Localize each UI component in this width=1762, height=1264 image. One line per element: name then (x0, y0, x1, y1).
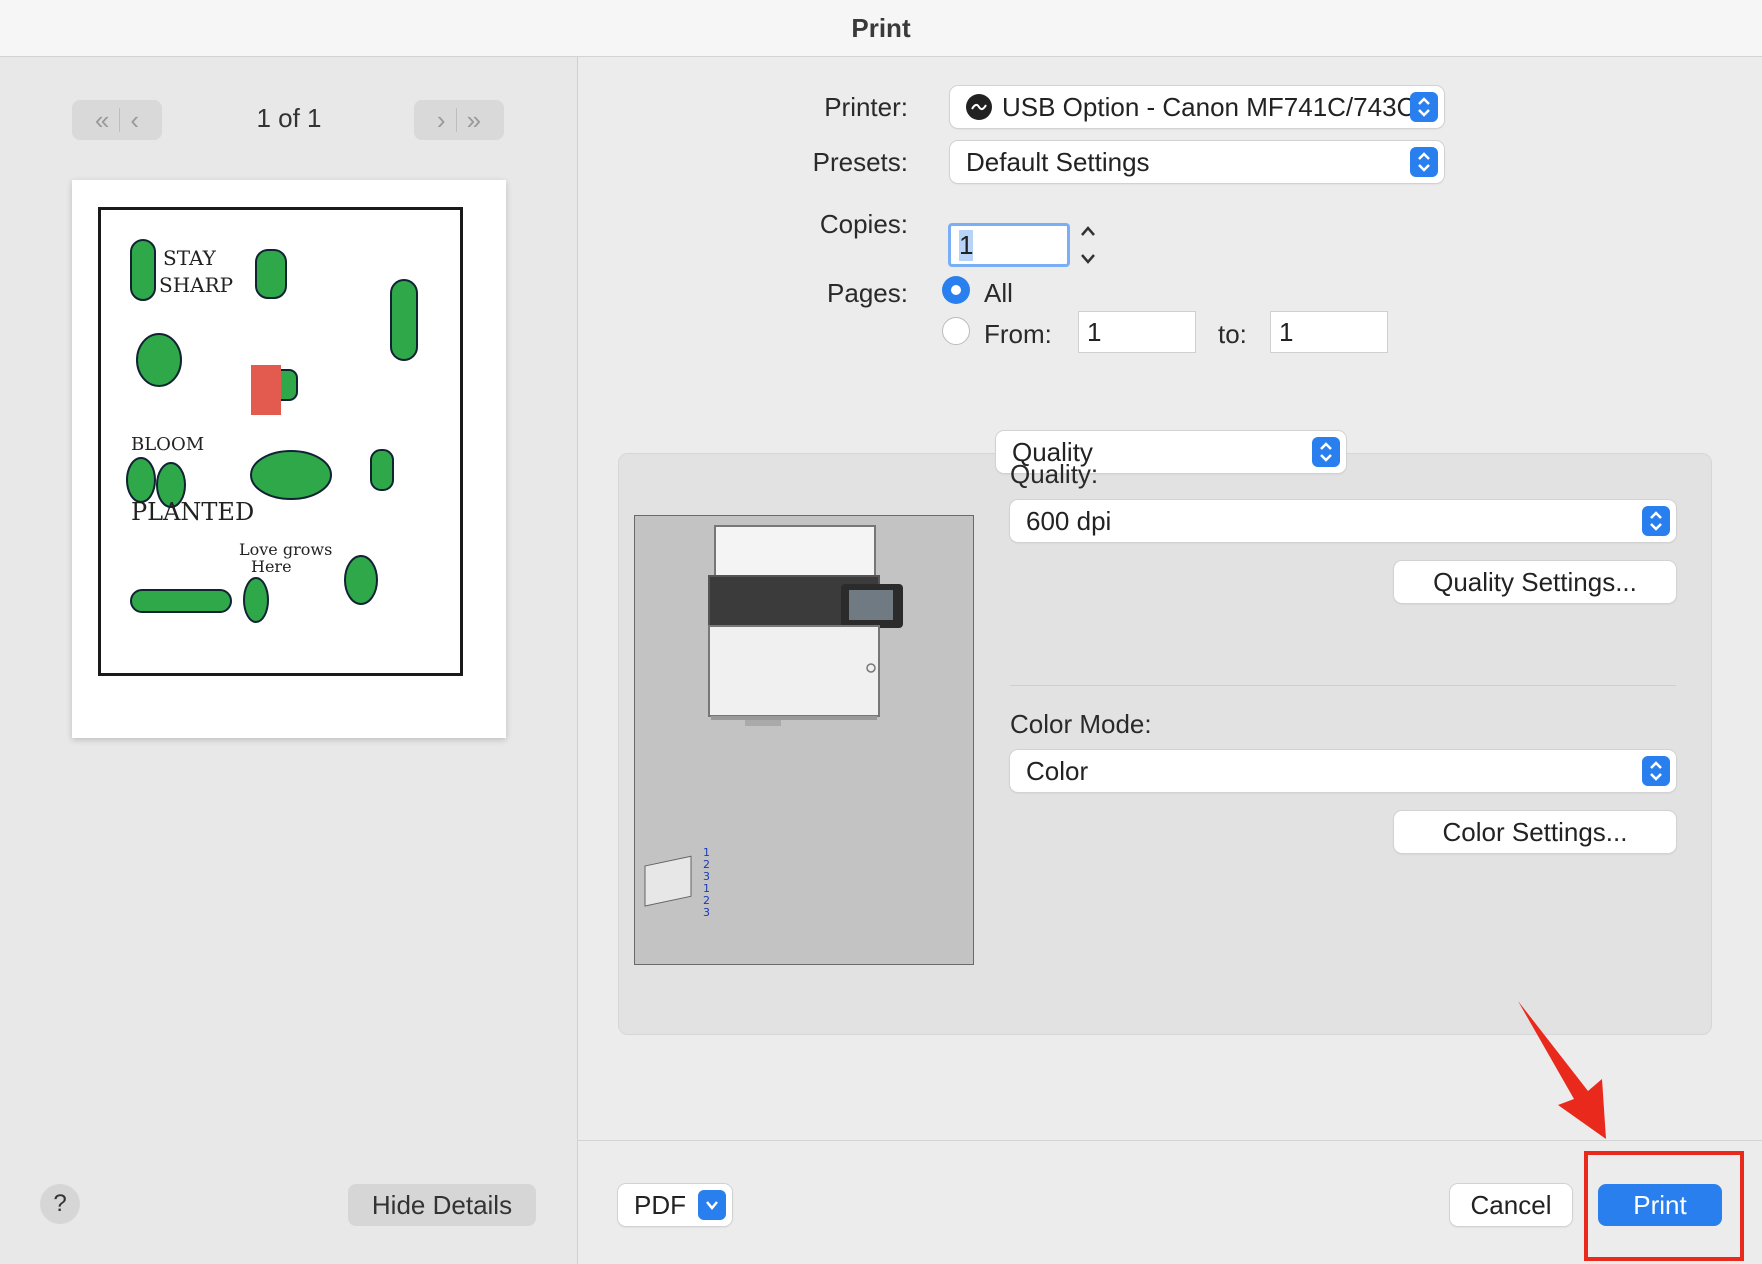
nav-separator (119, 108, 121, 132)
preview-pane: « ‹ 1 of 1 › » STAY SHARP PLANTED BLOOM … (0, 57, 578, 1264)
popup-chevron-icon (1642, 506, 1670, 536)
pages-to-value: 1 (1279, 316, 1294, 347)
cancel-button[interactable]: Cancel (1450, 1184, 1572, 1226)
copies-value: 1 (959, 229, 974, 261)
popup-chevron-icon (1410, 92, 1438, 122)
color-mode-select[interactable]: Color (1010, 750, 1676, 792)
section-divider (1010, 685, 1676, 686)
cactus-artwork-image: STAY SHARP PLANTED BLOOM Love grows Here (126, 239, 418, 623)
first-page-button[interactable]: « (95, 105, 109, 136)
quality-select[interactable]: 600 dpi (1010, 500, 1676, 542)
help-icon: ? (53, 1190, 67, 1217)
svg-text:SHARP: SHARP (159, 273, 233, 297)
pages-from-label: From: (984, 319, 1052, 349)
pdf-menu-button[interactable]: PDF (618, 1184, 732, 1226)
copies-label: Copies: (819, 209, 908, 239)
pages-from-input[interactable]: 1 (1078, 311, 1196, 353)
printer-image: 1 2 3 1 2 3 (634, 515, 974, 965)
copies-stepper[interactable] (1076, 225, 1100, 265)
popup-chevron-icon (1410, 147, 1438, 177)
printer-illustration-icon: 1 2 3 1 2 3 (644, 525, 903, 919)
red-arrow-annotation-icon (1518, 1001, 1606, 1139)
presets-select[interactable]: Default Settings (950, 141, 1444, 183)
printer-select[interactable]: USB Option - Canon MF741C/743C U... (950, 86, 1444, 128)
svg-text:3: 3 (703, 906, 710, 919)
nav-separator (455, 108, 457, 132)
print-button-highlight (1584, 1151, 1744, 1261)
presets-label: Presets: (812, 147, 908, 177)
page-preview-content: STAY SHARP PLANTED BLOOM Love grows Here (98, 207, 463, 676)
page-preview: STAY SHARP PLANTED BLOOM Love grows Here (72, 180, 506, 738)
quality-value: 600 dpi (1026, 505, 1112, 536)
svg-text:STAY: STAY (163, 246, 217, 270)
svg-text:BLOOM: BLOOM (131, 434, 204, 455)
color-mode-label: Color Mode: (1010, 709, 1152, 739)
stepper-up-icon[interactable] (1080, 225, 1096, 237)
color-mode-value: Color (1026, 755, 1089, 786)
svg-text:Here: Here (251, 557, 292, 576)
next-page-button[interactable]: › (437, 105, 446, 136)
window-titlebar: Print (0, 0, 1762, 57)
svg-text:PLANTED: PLANTED (131, 498, 254, 526)
previous-page-button[interactable]: ‹ (130, 105, 139, 136)
preview-forward-nav: › » (414, 100, 504, 140)
pages-all-label: All (984, 278, 1013, 308)
print-options-pane: Printer: USB Option - Canon MF741C/743C … (578, 57, 1762, 1264)
pages-label: Pages: (827, 278, 908, 308)
pdf-label: PDF (634, 1189, 686, 1220)
window-title: Print (851, 12, 911, 43)
quality-label: Quality: (1010, 459, 1099, 489)
stepper-down-icon[interactable] (1080, 253, 1096, 265)
pages-to-label: to: (1218, 319, 1247, 349)
pdf-chevron-icon (698, 1190, 726, 1220)
pages-all-radio[interactable] (942, 276, 970, 304)
popup-chevron-icon (1642, 756, 1670, 786)
pages-from-radio[interactable] (942, 317, 970, 345)
help-button[interactable]: ? (40, 1184, 80, 1224)
presets-value: Default Settings (966, 146, 1150, 177)
popup-chevron-icon (1312, 437, 1340, 467)
color-settings-button[interactable]: Color Settings... (1394, 811, 1676, 853)
pages-to-input[interactable]: 1 (1270, 311, 1388, 353)
hide-details-button[interactable]: Hide Details (348, 1184, 536, 1226)
printer-status-icon (966, 94, 992, 120)
preview-back-nav: « ‹ (72, 100, 162, 140)
printer-label: Printer: (824, 92, 908, 122)
printer-value: USB Option - Canon MF741C/743C U... (1002, 91, 1410, 122)
last-page-button[interactable]: » (467, 105, 481, 136)
quality-settings-button[interactable]: Quality Settings... (1394, 561, 1676, 603)
pages-from-value: 1 (1087, 316, 1102, 347)
page-count-label: 1 of 1 (256, 103, 322, 133)
copies-input[interactable]: 1 (948, 223, 1070, 267)
